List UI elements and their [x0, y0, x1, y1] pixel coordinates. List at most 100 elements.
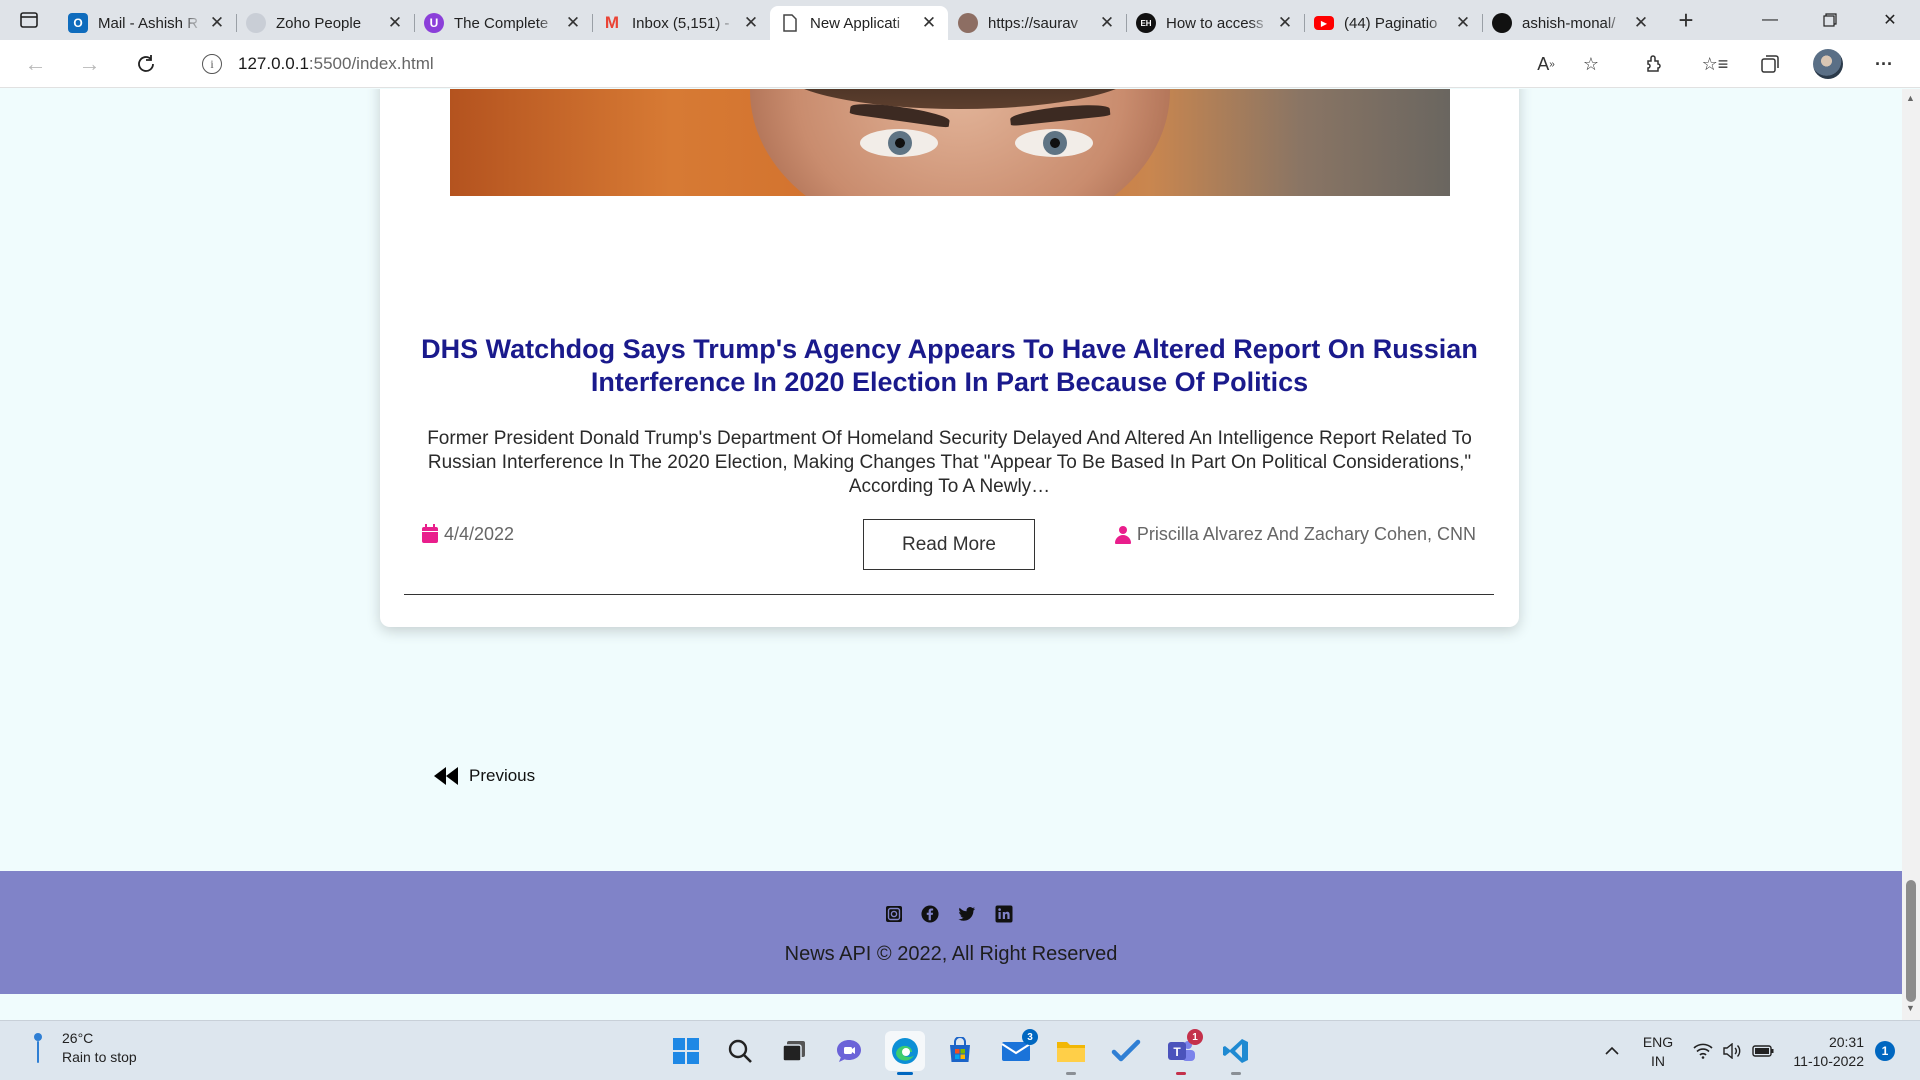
- file-explorer-icon[interactable]: [1051, 1031, 1091, 1075]
- task-view-icon[interactable]: [774, 1031, 814, 1071]
- url-input[interactable]: i 127.0.0.1:5500/index.html: [182, 45, 1592, 83]
- close-icon[interactable]: ✕: [208, 13, 226, 33]
- article-description: Former President Donald Trump's Departme…: [427, 428, 1472, 497]
- footer-copyright: News API © 2022, All Right Reserved: [784, 943, 1118, 965]
- more-menu-icon[interactable]: ···: [1864, 40, 1904, 88]
- show-hidden-icons[interactable]: [1604, 1021, 1620, 1080]
- close-icon[interactable]: ✕: [1098, 13, 1116, 33]
- svg-text:T: T: [1173, 1045, 1181, 1059]
- tab-actions-icon[interactable]: [0, 0, 58, 40]
- close-icon[interactable]: ✕: [1632, 13, 1650, 33]
- site-info-icon[interactable]: i: [202, 54, 222, 74]
- tab-title: Mail - Ashish R: [98, 14, 199, 32]
- calendar-icon: [422, 523, 438, 543]
- previous-label: Previous: [469, 766, 536, 785]
- mail-badge: 3: [1022, 1029, 1038, 1045]
- browser-tab[interactable]: O Mail - Ashish R ✕: [58, 6, 236, 40]
- outlook-icon: O: [68, 13, 88, 33]
- browser-tab[interactable]: U The Complete ✕: [414, 6, 592, 40]
- weather-desc: Rain to stop: [62, 1049, 137, 1065]
- weather-temp: 26°C: [62, 1030, 94, 1046]
- linkedin-icon[interactable]: [995, 905, 1013, 923]
- avatar-icon: [958, 13, 978, 33]
- restore-icon[interactable]: [1800, 0, 1860, 40]
- gmail-icon: M: [604, 13, 620, 32]
- refresh-button[interactable]: [118, 40, 173, 88]
- add-favorite-icon[interactable]: ☆: [1571, 40, 1611, 88]
- browser-tab-active[interactable]: New Applicati ✕: [770, 6, 948, 40]
- teams-icon[interactable]: T 1: [1161, 1029, 1203, 1075]
- github-icon: [1492, 13, 1512, 33]
- article-image: [450, 89, 1450, 196]
- search-icon[interactable]: [720, 1031, 760, 1071]
- browser-tab[interactable]: EH How to access ✕: [1126, 6, 1304, 40]
- eh-icon: EH: [1136, 13, 1156, 33]
- windows-taskbar: 26°C Rain to stop 3 T 1 ENG IN 20:31 11-…: [0, 1020, 1920, 1080]
- date-text: 4/4/2022: [444, 524, 515, 544]
- battery-icon[interactable]: [1752, 1021, 1774, 1080]
- profile-avatar[interactable]: [1808, 40, 1848, 88]
- weather-widget[interactable]: 26°C Rain to stop: [30, 1029, 137, 1067]
- close-icon[interactable]: ✕: [1454, 13, 1472, 33]
- user-icon: [1114, 525, 1131, 544]
- system-clock[interactable]: 20:31 11-10-2022: [1786, 1033, 1864, 1071]
- page-scrollbar[interactable]: ▲ ▼: [1902, 89, 1920, 1020]
- todo-icon[interactable]: [1106, 1031, 1146, 1071]
- scrollbar-thumb[interactable]: [1906, 880, 1916, 1002]
- volume-icon[interactable]: [1722, 1021, 1742, 1080]
- close-icon[interactable]: ✕: [564, 13, 582, 33]
- backward-icon: [434, 767, 461, 785]
- browser-tab[interactable]: M Inbox (5,151) - ✕: [592, 6, 770, 40]
- tab-title: Zoho People: [276, 14, 362, 32]
- language-indicator[interactable]: ENG IN: [1640, 1033, 1676, 1071]
- scroll-up-icon[interactable]: ▲: [1906, 93, 1915, 103]
- browser-tab[interactable]: Zoho People ✕: [236, 6, 414, 40]
- microsoft-store-icon[interactable]: [940, 1031, 980, 1071]
- browser-tab[interactable]: ▶ (44) Paginatio ✕: [1304, 6, 1482, 40]
- card-divider: [404, 594, 1494, 595]
- author-text: Priscilla Alvarez And Zachary Cohen, CNN: [1136, 524, 1476, 544]
- browser-tab[interactable]: https://saurav ✕: [948, 6, 1126, 40]
- vscode-icon[interactable]: [1216, 1031, 1256, 1075]
- collections-icon[interactable]: [1750, 40, 1790, 88]
- edge-icon[interactable]: [885, 1031, 925, 1075]
- tab-title: ashish-monal/: [1522, 14, 1616, 32]
- tab-title: Inbox (5,151) -: [632, 14, 730, 32]
- read-aloud-icon[interactable]: A»: [1526, 40, 1566, 88]
- clock-time: 20:31: [1828, 1034, 1864, 1050]
- lang-line2: IN: [1651, 1053, 1665, 1069]
- extensions-icon[interactable]: [1634, 40, 1674, 88]
- previous-page-button[interactable]: Previous: [434, 766, 535, 786]
- article-author: Priscilla Alvarez And Zachary Cohen, CNN: [1114, 524, 1476, 545]
- facebook-icon[interactable]: [921, 905, 939, 923]
- close-icon[interactable]: ✕: [742, 13, 760, 33]
- instagram-icon[interactable]: [885, 905, 903, 923]
- url-host: 127.0.0.1: [238, 54, 309, 73]
- minimize-icon[interactable]: —: [1740, 0, 1800, 40]
- clock-date: 11-10-2022: [1793, 1053, 1864, 1069]
- chat-icon[interactable]: [829, 1031, 869, 1071]
- mail-icon[interactable]: 3: [996, 1029, 1038, 1071]
- close-icon[interactable]: ✕: [1276, 13, 1294, 33]
- favorites-icon[interactable]: ☆≡: [1695, 40, 1735, 88]
- close-icon[interactable]: ✕: [920, 13, 938, 33]
- twitter-icon[interactable]: [958, 905, 976, 923]
- wifi-icon[interactable]: [1693, 1021, 1713, 1080]
- start-button[interactable]: [666, 1031, 706, 1071]
- notification-badge[interactable]: 1: [1875, 1041, 1895, 1061]
- back-button[interactable]: ←: [8, 40, 63, 88]
- scroll-down-icon[interactable]: ▼: [1906, 1003, 1915, 1013]
- course-icon: U: [424, 13, 444, 33]
- page-icon: [780, 13, 800, 33]
- zoho-icon: [246, 13, 266, 33]
- browser-tab[interactable]: ashish-monal/ ✕: [1482, 6, 1660, 40]
- article-title[interactable]: DHS Watchdog Says Trump's Agency Appears…: [420, 333, 1479, 399]
- url-path: :5500/index.html: [308, 54, 434, 73]
- close-icon[interactable]: ✕: [386, 13, 404, 33]
- lang-line1: ENG: [1642, 1034, 1674, 1050]
- rain-icon: [30, 1031, 50, 1065]
- forward-button[interactable]: →: [62, 40, 117, 88]
- window-close-icon[interactable]: ✕: [1860, 0, 1920, 40]
- new-tab-button[interactable]: +: [1664, 5, 1708, 36]
- tab-title: How to access: [1166, 14, 1264, 32]
